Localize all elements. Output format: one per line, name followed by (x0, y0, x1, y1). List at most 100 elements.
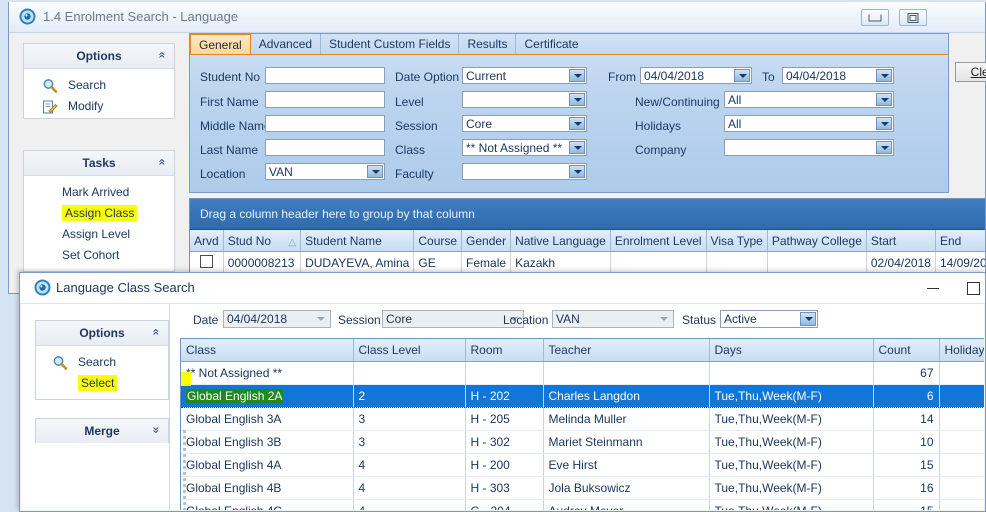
chevron-down-icon[interactable] (313, 312, 329, 326)
task-item-set-cohort[interactable]: Set Cohort (24, 245, 174, 266)
chevron-down-icon[interactable] (876, 117, 892, 130)
col-room[interactable]: Room (465, 339, 543, 362)
chevron-down-icon[interactable] (876, 69, 892, 82)
col-enrolment-level[interactable]: Enrolment Level (610, 230, 706, 252)
chevron-down-icon[interactable] (569, 69, 585, 82)
task-item-assign-level[interactable]: Assign Level (24, 224, 174, 245)
merge-panel-title: Merge (36, 424, 168, 438)
table-row[interactable]: Global English 4A 4 H - 200 Eve Hirst Tu… (181, 454, 984, 477)
tab-certificate[interactable]: Certificate (516, 34, 586, 54)
chevron-down-icon[interactable] (569, 93, 585, 106)
select-date-option[interactable]: Current (462, 67, 587, 84)
chevron-down-icon[interactable] (734, 69, 750, 82)
tab-general[interactable]: General (190, 34, 251, 54)
chevron-down-icon[interactable] (569, 141, 585, 154)
label-first-name: First Name (200, 95, 259, 109)
clear-button[interactable]: Clear (955, 62, 986, 82)
options-panel-1-header[interactable]: Options « (24, 44, 174, 69)
select-level[interactable] (462, 91, 587, 108)
task-item-assign-class-label: Assign Class (62, 205, 137, 221)
chevron-up-icon[interactable]: « (156, 159, 170, 166)
select-class-location[interactable]: VAN (552, 310, 674, 328)
cell-class: Global English 2A (181, 385, 353, 408)
col-stud-no-label: Stud No (228, 234, 271, 248)
input-first-name[interactable] (265, 91, 385, 108)
options-item-search-2[interactable]: Search (36, 352, 168, 373)
input-from-date[interactable]: 04/04/2018 (640, 67, 752, 84)
tasks-panel-header[interactable]: Tasks « (24, 151, 174, 176)
input-to-date[interactable]: 04/04/2018 (782, 67, 894, 84)
select-class[interactable]: ** Not Assigned ** (462, 139, 587, 156)
col-gender[interactable]: Gender (462, 230, 511, 252)
tab-student-custom-fields[interactable]: Student Custom Fields (321, 34, 459, 54)
col-pathway-college[interactable]: Pathway College (767, 230, 866, 252)
window2-minimize-button[interactable] (920, 279, 946, 297)
table-row[interactable]: Global English 4B 4 H - 303 Jola Buksowi… (181, 477, 984, 500)
input-class-date[interactable]: 04/04/2018 (223, 310, 331, 328)
chevron-down-icon[interactable] (876, 93, 892, 106)
chevron-down-icon[interactable] (367, 165, 383, 178)
col-days[interactable]: Days (709, 339, 873, 362)
window2-maximize-button[interactable] (960, 279, 986, 297)
input-last-name[interactable] (265, 139, 385, 156)
input-middle-name[interactable] (265, 115, 385, 132)
table-row[interactable]: 0000008213 DUDAYEVA, Amina GE Female Kaz… (190, 252, 985, 274)
col-student-name[interactable]: Student Name (301, 230, 414, 252)
merge-panel-header[interactable]: Merge » (36, 419, 168, 443)
options-item-select[interactable]: Select (36, 373, 168, 394)
chevron-down-icon[interactable] (569, 117, 585, 130)
options-item-search-1[interactable]: Search (24, 75, 174, 96)
chevron-down-icon[interactable] (569, 165, 585, 178)
col-native-language[interactable]: Native Language (511, 230, 611, 252)
table-row[interactable]: ** Not Assigned ** 67 1 (181, 362, 984, 385)
col-end[interactable]: End (935, 230, 985, 252)
sort-ascending-icon: △ (288, 237, 296, 248)
table-row[interactable]: Global English 3A 3 H - 205 Melinda Mull… (181, 408, 984, 431)
options-panel-2-header[interactable]: Options « (36, 321, 168, 346)
cell-room (465, 362, 543, 385)
window1-restore-button[interactable] (899, 9, 927, 26)
chevron-up-icon[interactable]: « (156, 52, 170, 59)
cell-arvd-checkbox[interactable] (190, 252, 223, 274)
chevron-down-icon[interactable] (800, 312, 816, 326)
col-course[interactable]: Course (414, 230, 462, 252)
chevron-down-icon[interactable] (656, 312, 672, 326)
select-new-continuing[interactable]: All (724, 91, 894, 108)
select-location[interactable]: VAN (265, 163, 385, 180)
chevron-down-icon[interactable] (876, 141, 892, 154)
col-class-level[interactable]: Class Level (353, 339, 465, 362)
cell-holiday-count: 0 (939, 408, 984, 431)
tab-advanced[interactable]: Advanced (251, 34, 321, 54)
select-holidays[interactable]: All (724, 115, 894, 132)
col-stud-no[interactable]: Stud No △ (223, 230, 300, 252)
table-row[interactable]: Global English 4C 4 G - 204 Audrey Meyer… (181, 500, 984, 511)
group-by-dropzone[interactable]: Drag a column header here to group by th… (190, 199, 985, 230)
label-middle-name: Middle Name (200, 119, 271, 133)
input-from-date-value: 04/04/2018 (644, 69, 704, 83)
col-visa-type[interactable]: Visa Type (706, 230, 767, 252)
arrived-checkbox[interactable] (200, 255, 213, 268)
col-arvd[interactable]: Arvd (190, 230, 223, 252)
task-item-assign-class[interactable]: Assign Class (24, 203, 174, 224)
select-company[interactable] (724, 139, 894, 156)
table-row[interactable]: Global English 2A 2 H - 202 Charles Lang… (181, 385, 984, 408)
options-item-modify-1[interactable]: Modify (24, 96, 174, 117)
select-faculty[interactable] (462, 163, 587, 180)
col-count[interactable]: Count (873, 339, 939, 362)
col-class[interactable]: Class (181, 339, 353, 362)
window1-minimize-button[interactable] (861, 9, 889, 26)
col-holiday-count[interactable]: Holiday Count (939, 339, 984, 362)
select-class-status[interactable]: Active (720, 310, 818, 328)
chevron-down-icon[interactable]: » (150, 427, 164, 434)
label-to: To (762, 70, 775, 84)
col-teacher[interactable]: Teacher (543, 339, 709, 362)
task-item-mark-arrived[interactable]: Mark Arrived (24, 182, 174, 203)
table-row[interactable]: Global English 3B 3 H - 302 Mariet Stein… (181, 431, 984, 454)
row-drag-handle[interactable] (181, 427, 188, 510)
input-student-no[interactable] (265, 67, 385, 84)
select-session[interactable]: Core (462, 115, 587, 132)
tab-results[interactable]: Results (459, 34, 516, 54)
app-eye-icon (34, 279, 51, 296)
chevron-up-icon[interactable]: « (150, 329, 164, 336)
col-start[interactable]: Start (866, 230, 935, 252)
